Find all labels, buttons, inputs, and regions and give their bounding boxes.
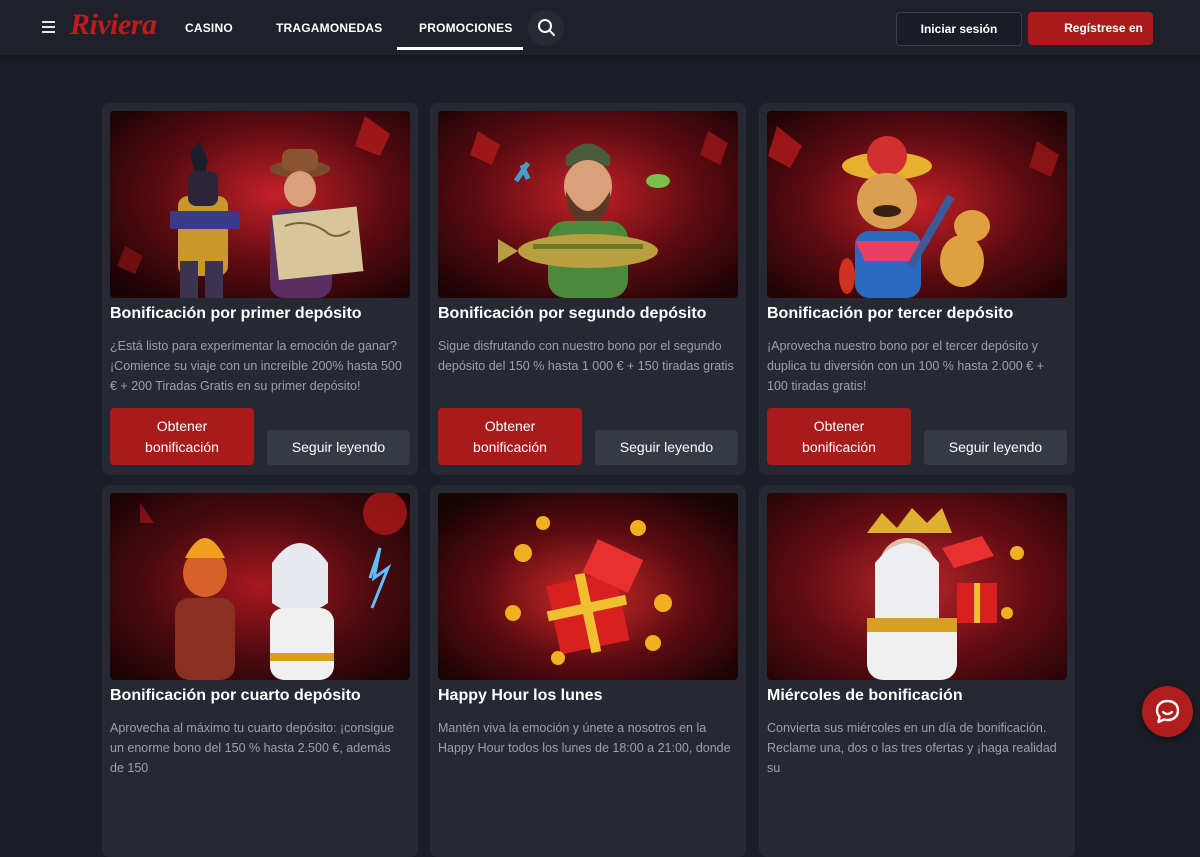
live-chat-button[interactable]	[1142, 686, 1193, 737]
get-bonus-label: Obtener bonificación	[473, 417, 547, 455]
promo-card-happy-hour: Happy Hour los lunes Mantén viva la emoc…	[430, 485, 746, 857]
promo-image-third-deposit	[767, 111, 1067, 298]
nav-promotions[interactable]: PROMOCIONES	[419, 21, 513, 35]
promo-image-wednesday	[767, 493, 1067, 680]
card-title: Happy Hour los lunes	[438, 687, 603, 704]
riviera-logo[interactable]: Riviera	[70, 8, 157, 42]
promo-card-second-deposit: Bonificación por segundo depósito Sigue …	[430, 103, 746, 475]
read-more-button[interactable]: Seguir leyendo	[924, 430, 1067, 465]
promo-image-second-deposit	[438, 111, 738, 298]
top-header: Riviera CASINO TRAGAMONEDAS PROMOCIONES …	[0, 0, 1200, 55]
get-bonus-label: Obtener bonificación	[145, 417, 219, 455]
read-more-button[interactable]: Seguir leyendo	[595, 430, 738, 465]
search-icon	[538, 19, 555, 36]
card-title: Bonificación por primer depósito	[110, 305, 362, 322]
register-label: Regístrese en	[1064, 21, 1143, 35]
card-description: ¿Está listo para experimentar la emoción…	[110, 339, 402, 393]
card-description: Convierta sus miércoles en un día de bon…	[767, 721, 1057, 775]
search-button[interactable]	[528, 10, 564, 46]
card-description: ¡Aprovecha nuestro bono por el tercer de…	[767, 339, 1044, 393]
promo-card-fourth-deposit: Bonificación por cuarto depósito Aprovec…	[102, 485, 418, 857]
card-description: Mantén viva la emoción y únete a nosotro…	[438, 721, 731, 755]
card-title: Bonificación por cuarto depósito	[110, 687, 361, 704]
logo-text: Riviera	[70, 8, 157, 41]
promo-card-first-deposit: Bonificación por primer depósito ¿Está l…	[102, 103, 418, 475]
active-tab-indicator	[397, 47, 523, 50]
promo-image-happy-hour	[438, 493, 738, 680]
nav-casino[interactable]: CASINO	[185, 21, 233, 35]
nav-slots[interactable]: TRAGAMONEDAS	[276, 21, 382, 35]
card-title: Bonificación por segundo depósito	[438, 305, 707, 322]
card-title: Bonificación por tercer depósito	[767, 305, 1014, 322]
chat-icon	[1155, 699, 1180, 724]
menu-icon[interactable]	[42, 18, 56, 38]
card-description: Sigue disfrutando con nuestro bono por e…	[438, 339, 734, 373]
get-bonus-button[interactable]: Obtener bonificación	[110, 408, 254, 465]
promo-image-first-deposit	[110, 111, 410, 298]
register-button[interactable]: Regístrese en	[1028, 12, 1153, 45]
card-description: Aprovecha al máximo tu cuarto depósito: …	[110, 721, 395, 775]
get-bonus-label: Obtener bonificación	[802, 417, 876, 455]
promo-card-wednesday: Miércoles de bonificación Convierta sus …	[759, 485, 1075, 857]
get-bonus-button[interactable]: Obtener bonificación	[438, 408, 582, 465]
login-button[interactable]: Iniciar sesión	[896, 12, 1022, 46]
promo-card-third-deposit: Bonificación por tercer depósito ¡Aprove…	[759, 103, 1075, 475]
read-more-button[interactable]: Seguir leyendo	[267, 430, 410, 465]
card-title: Miércoles de bonificación	[767, 687, 963, 704]
get-bonus-button[interactable]: Obtener bonificación	[767, 408, 911, 465]
promo-image-fourth-deposit	[110, 493, 410, 680]
